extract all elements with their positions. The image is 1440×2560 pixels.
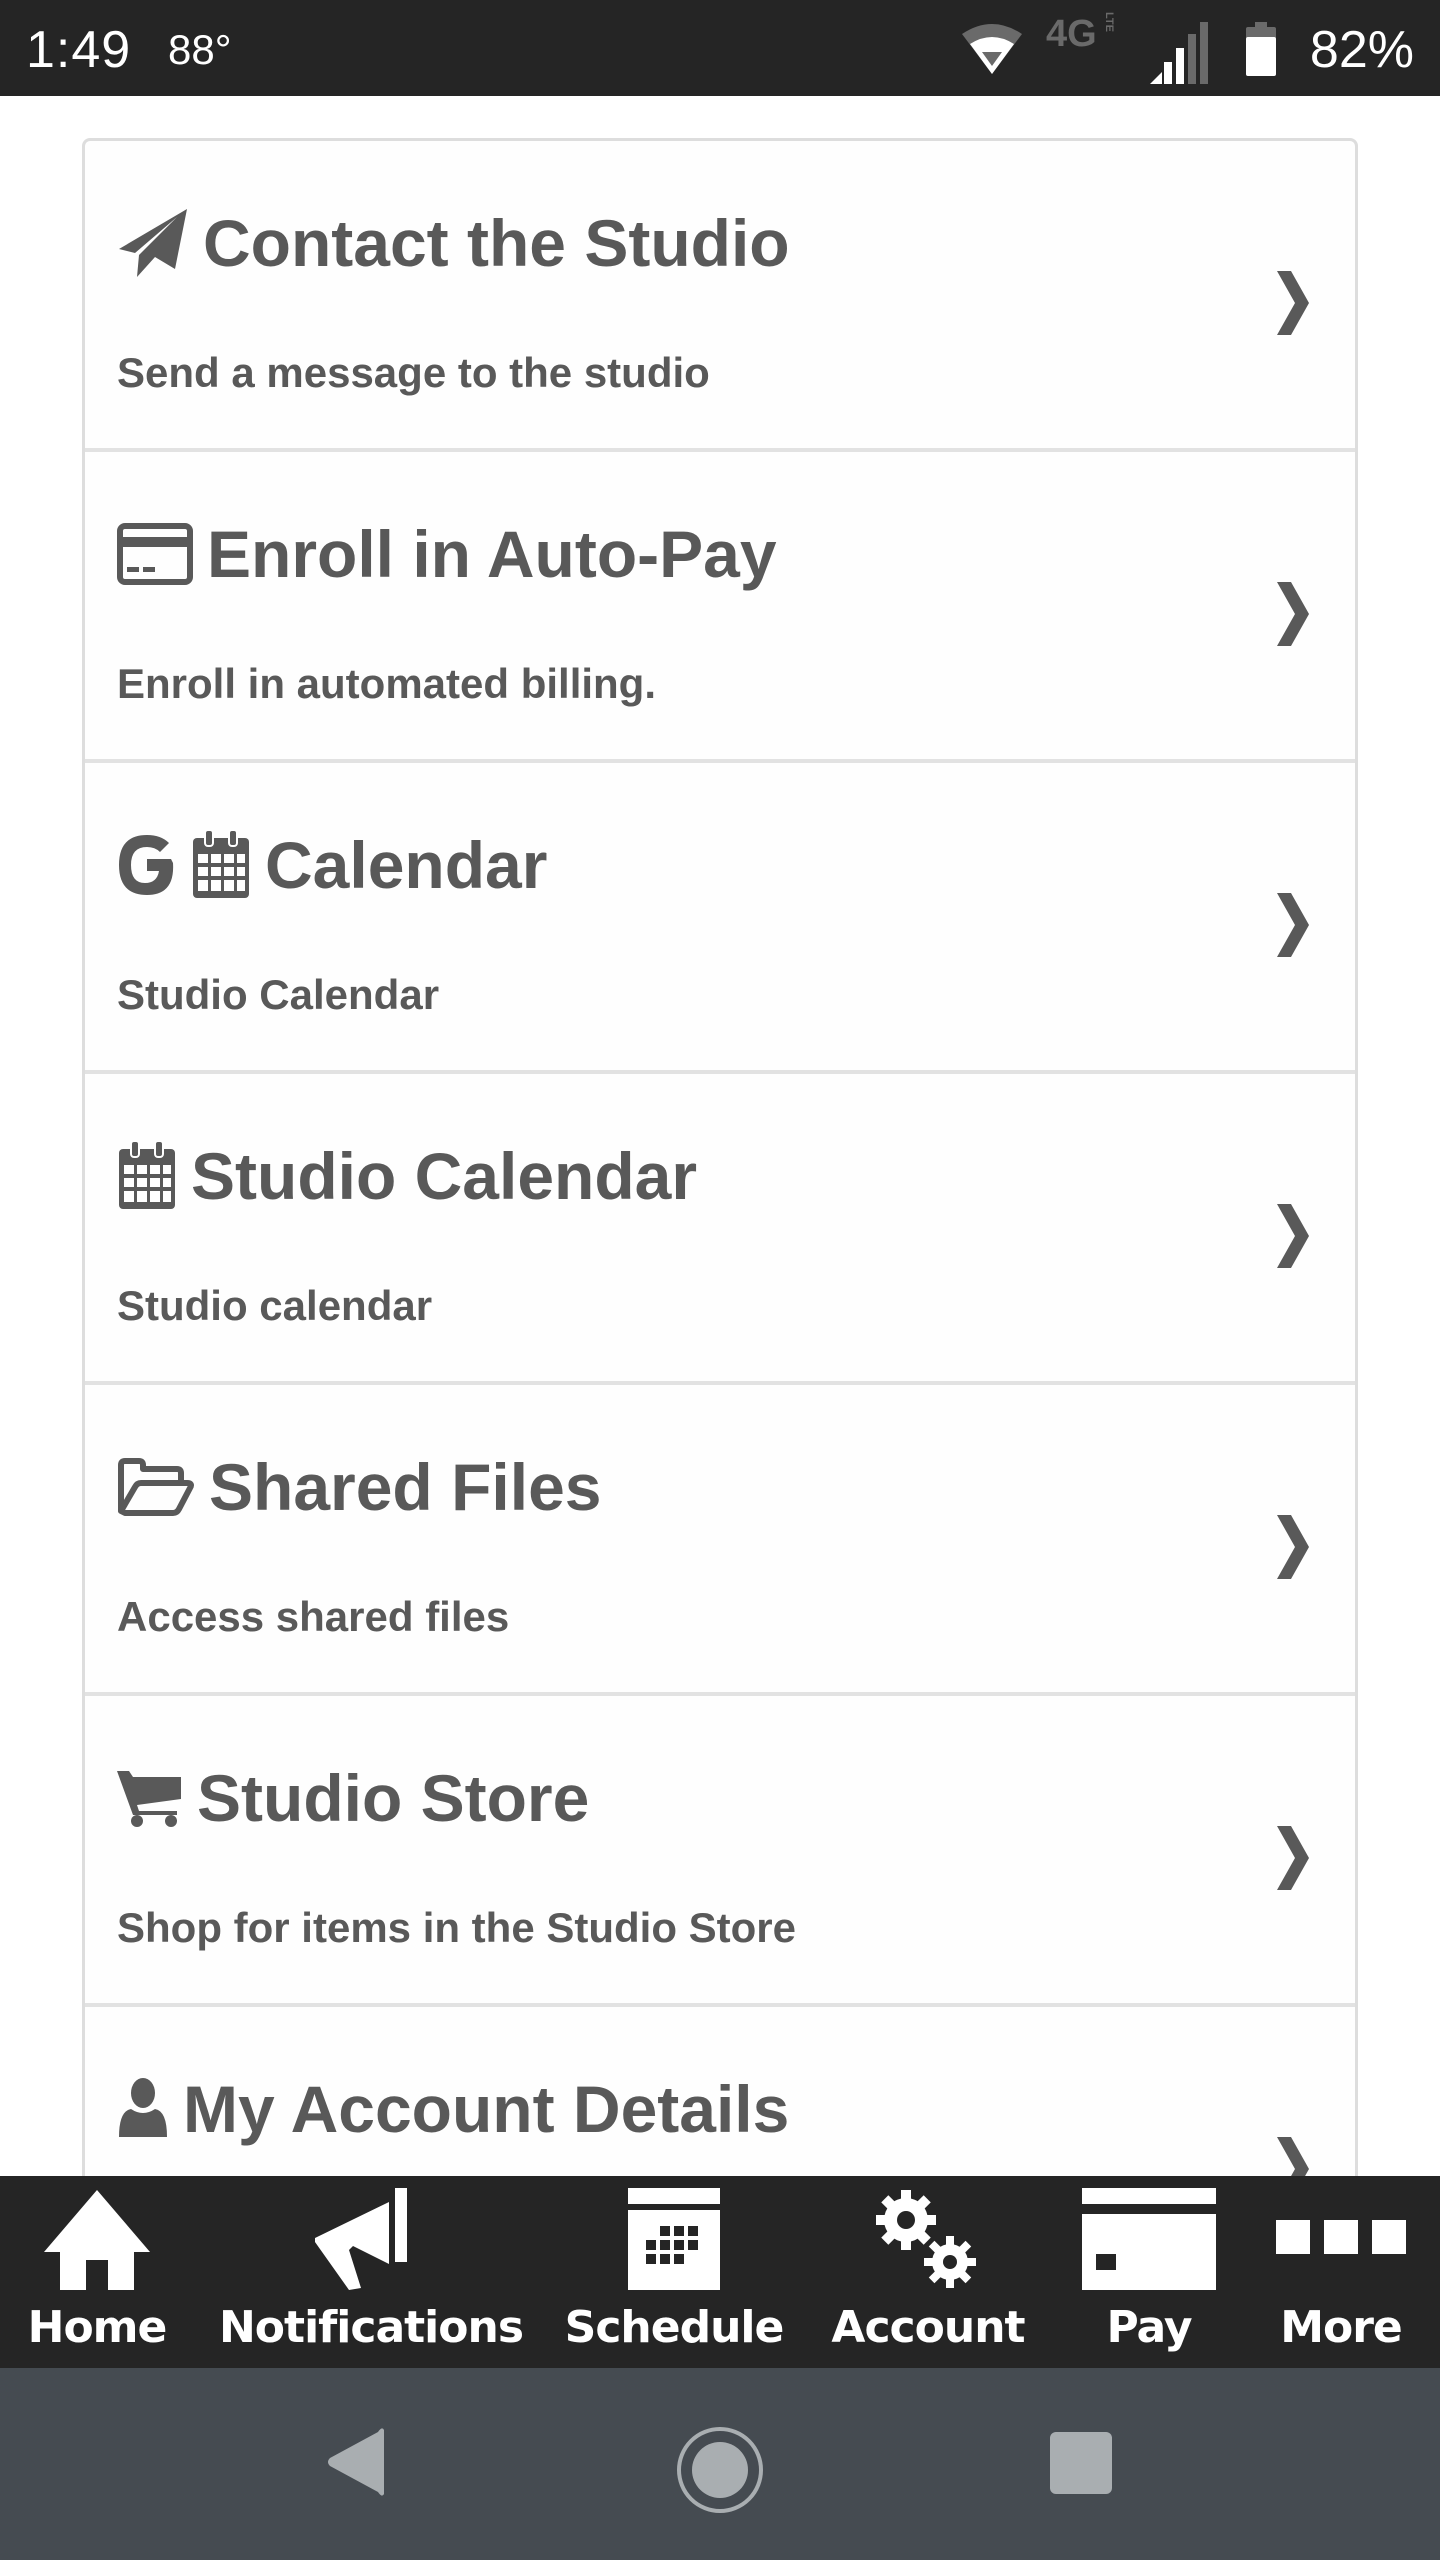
tab-home[interactable]: Home bbox=[0, 2176, 194, 2368]
credit-card-icon bbox=[117, 523, 193, 585]
chevron-right-icon bbox=[1277, 1204, 1309, 1268]
svg-text:4G: 4G bbox=[1046, 13, 1097, 55]
menu-item-title: Contact the Studio bbox=[203, 206, 790, 280]
user-icon bbox=[117, 2077, 169, 2141]
chevron-right-icon bbox=[1277, 1826, 1309, 1890]
menu-item-title: Enroll in Auto-Pay bbox=[207, 517, 777, 591]
bottom-tab-bar: Home Notifications Schedule Account Pay … bbox=[0, 2176, 1440, 2368]
tab-label: Pay bbox=[1106, 2302, 1192, 2353]
menu-item-calendar[interactable]: Calendar Studio Calendar bbox=[85, 763, 1355, 1074]
menu-item-studio-calendar[interactable]: Studio Calendar Studio calendar bbox=[85, 1074, 1355, 1385]
home-icon bbox=[42, 2176, 152, 2296]
menu-item-description: Shop for items in the Studio Store bbox=[117, 1904, 797, 1951]
payment-card-icon bbox=[1082, 2176, 1216, 2296]
calendar-icon bbox=[117, 1141, 177, 1211]
status-bar: 1:49 88° 4G LTE 82% bbox=[0, 0, 1440, 96]
menu-item-description: Access shared files bbox=[117, 1593, 510, 1640]
chevron-right-icon bbox=[1277, 582, 1309, 646]
menu-item-auto-pay[interactable]: Enroll in Auto-Pay Enroll in automated b… bbox=[85, 452, 1355, 763]
schedule-calendar-icon bbox=[628, 2176, 720, 2296]
shopping-cart-icon bbox=[117, 1769, 183, 1827]
gears-icon bbox=[876, 2176, 980, 2296]
battery-icon bbox=[1246, 22, 1276, 76]
menu-item-description: Enroll in automated billing. bbox=[117, 660, 657, 707]
tab-label: More bbox=[1280, 2302, 1403, 2353]
google-icon bbox=[117, 833, 177, 897]
folder-open-icon bbox=[117, 1457, 195, 1517]
home-circle-icon[interactable] bbox=[676, 2426, 764, 2514]
wifi-icon bbox=[962, 24, 1022, 74]
paper-plane-icon bbox=[117, 207, 189, 279]
menu-item-title-row: Enroll in Auto-Pay bbox=[117, 516, 777, 592]
menu-item-title-row: Shared Files bbox=[117, 1449, 602, 1525]
more-dots-icon bbox=[1276, 2176, 1406, 2296]
tab-label: Account bbox=[831, 2302, 1025, 2353]
tab-label: Schedule bbox=[564, 2302, 785, 2353]
menu-item-title: Studio Calendar bbox=[191, 1139, 698, 1213]
svg-text:LTE: LTE bbox=[1103, 12, 1115, 32]
chevron-right-icon bbox=[1277, 1515, 1309, 1579]
tab-label: Notifications bbox=[218, 2302, 524, 2353]
menu-item-title: Calendar bbox=[265, 828, 548, 902]
menu-item-title-row: Studio Calendar bbox=[117, 1138, 697, 1214]
menu-item-contact-studio[interactable]: Contact the Studio Send a message to the… bbox=[85, 141, 1355, 452]
megaphone-icon bbox=[315, 2176, 427, 2296]
battery-percent: 82% bbox=[1309, 21, 1414, 79]
menu-item-description: Studio Calendar bbox=[117, 971, 440, 1018]
system-nav-bar bbox=[0, 2368, 1440, 2560]
tab-pay[interactable]: Pay bbox=[1056, 2176, 1242, 2368]
menu-item-shared-files[interactable]: Shared Files Access shared files bbox=[85, 1385, 1355, 1696]
menu-item-description: Studio calendar bbox=[117, 1282, 433, 1329]
signal-icon bbox=[1150, 22, 1208, 84]
menu-item-description: Send a message to the studio bbox=[117, 349, 710, 396]
menu-item-studio-store[interactable]: Studio Store Shop for items in the Studi… bbox=[85, 1696, 1355, 2007]
menu-item-title-row: Contact the Studio bbox=[117, 205, 790, 281]
chevron-right-icon bbox=[1277, 271, 1309, 335]
tab-notifications[interactable]: Notifications bbox=[194, 2176, 548, 2368]
back-icon[interactable] bbox=[326, 2428, 386, 2496]
tab-account[interactable]: Account bbox=[800, 2176, 1056, 2368]
calendar-icon bbox=[191, 830, 251, 900]
menu-item-title: My Account Details bbox=[183, 2072, 790, 2146]
menu-item-title: Studio Store bbox=[197, 1761, 590, 1835]
tab-schedule[interactable]: Schedule bbox=[548, 2176, 800, 2368]
menu-list: Contact the Studio Send a message to the… bbox=[82, 138, 1358, 2318]
chevron-right-icon bbox=[1277, 893, 1309, 957]
status-time: 1:49 bbox=[26, 21, 132, 79]
status-temperature: 88° bbox=[168, 26, 232, 73]
menu-item-title-row: Studio Store bbox=[117, 1760, 589, 1836]
lte-icon: 4G LTE bbox=[1046, 12, 1115, 55]
tab-label: Home bbox=[27, 2302, 168, 2353]
menu-item-title: Shared Files bbox=[209, 1450, 602, 1524]
menu-item-title-row: Calendar bbox=[117, 827, 547, 903]
tab-more[interactable]: More bbox=[1242, 2176, 1440, 2368]
recents-icon[interactable] bbox=[1050, 2432, 1112, 2494]
menu-item-title-row: My Account Details bbox=[117, 2071, 789, 2147]
